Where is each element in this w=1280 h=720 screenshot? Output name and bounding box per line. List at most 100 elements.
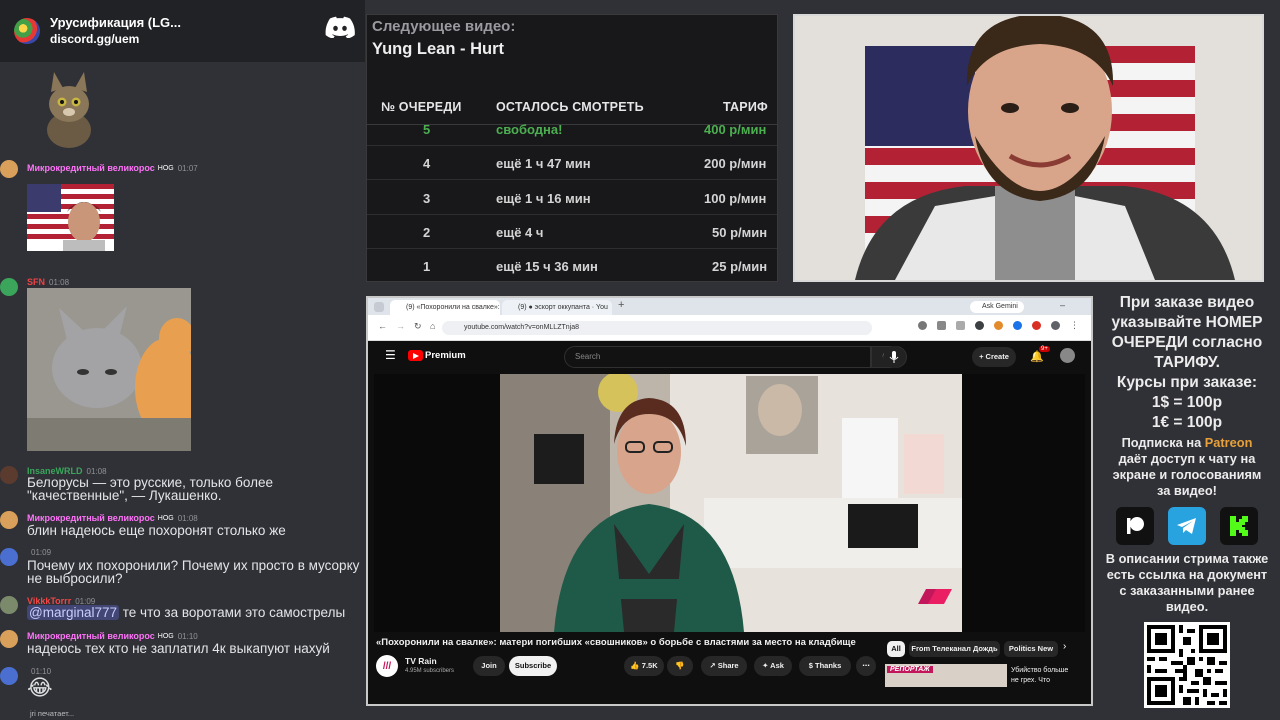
tab-search-button[interactable] <box>374 302 384 312</box>
avatar[interactable] <box>0 278 18 296</box>
message-header: 01:09 <box>27 548 51 557</box>
rate-usd: 1$ = 100р <box>1151 394 1223 411</box>
chevron-right-icon[interactable]: › <box>1063 641 1066 652</box>
avatar[interactable] <box>0 511 18 529</box>
home-icon[interactable]: ⌂ <box>430 321 435 331</box>
info-line: При заказе видео <box>1119 294 1255 311</box>
message-header: SFN 01:08 <box>27 277 69 287</box>
server-icon <box>14 18 40 44</box>
share-icon: ↗ <box>709 661 718 670</box>
message-header: Микрокредитный великорос HOG 01:07 <box>27 163 198 173</box>
queue-row: 4 ещё 1 ч 47 мин 200 р/мин <box>367 146 777 180</box>
invite-link[interactable]: discord.gg/uem <box>50 31 181 48</box>
telegram-icon[interactable] <box>1168 507 1206 545</box>
tab-inactive[interactable]: (9) ● эскорт оккупанта · You <box>502 300 612 315</box>
address-bar[interactable]: youtube.com/watch?v=onMLLZTnja8 <box>442 321 872 335</box>
ask-button[interactable]: ✦ Ask <box>754 656 792 676</box>
message-text: блин надеюсь еще похоронят столько же <box>27 523 286 538</box>
avatar[interactable] <box>0 160 18 178</box>
bookmark-icon[interactable] <box>956 321 965 330</box>
install-icon[interactable] <box>937 321 946 330</box>
extension-icon[interactable] <box>1032 321 1041 330</box>
timestamp: 01:08 <box>177 513 198 523</box>
description-text: видео. <box>1165 599 1209 614</box>
patreon-link[interactable]: Patreon <box>1205 435 1253 450</box>
zoom-icon[interactable] <box>918 321 927 330</box>
chip-politics[interactable]: Politics New <box>1004 641 1058 657</box>
user-badge: HOG <box>157 632 174 640</box>
avatar[interactable] <box>0 630 18 648</box>
typing-indicator: jri печатает... <box>30 709 75 718</box>
extension-icon[interactable] <box>994 321 1003 330</box>
more-actions-button[interactable]: ⋯ <box>856 656 876 676</box>
browser-tabstrip: (9) «Похоронили на свалке»: м (9) ● эско… <box>368 298 1091 315</box>
browser-toolbar: ← → ↻ ⌂ youtube.com/watch?v=onMLLZTnja8 … <box>368 315 1091 341</box>
channel-avatar[interactable]: /// <box>376 655 398 677</box>
patreon-icon[interactable] <box>1116 507 1154 545</box>
menu-icon[interactable]: ⋮ <box>1070 321 1079 330</box>
microphone-icon <box>889 351 899 363</box>
video-player[interactable] <box>374 374 1085 632</box>
message-text: надеюсь тех кто не заплатил 4к выкапуют … <box>27 641 330 656</box>
minimize-icon[interactable]: – <box>1060 300 1065 310</box>
message-text: не выбросили? <box>27 571 123 586</box>
like-button[interactable]: 👍 7.5K <box>624 656 664 676</box>
reload-icon[interactable]: ↻ <box>414 321 422 332</box>
timestamp: 01:10 <box>177 631 198 641</box>
extension-icon[interactable] <box>1013 321 1022 330</box>
flag-photo-attachment[interactable] <box>27 184 114 251</box>
username[interactable]: SFN <box>27 277 45 287</box>
share-button[interactable]: ↗ Share <box>701 656 747 676</box>
chip-all[interactable]: All <box>887 641 905 657</box>
recommended-thumbnail[interactable]: РЕПОРТАЖ <box>885 664 1007 687</box>
youtube-page: ☰ Premium Search + Create 🔔 9+ «Похорони… <box>368 341 1091 704</box>
message-text: "качественные", — Лукашенко. <box>27 488 222 503</box>
user-badge: HOG <box>157 164 174 172</box>
ask-gemini-button[interactable]: Ask Gemini <box>970 301 1024 313</box>
avatar[interactable] <box>0 466 18 484</box>
report-badge: РЕПОРТАЖ <box>887 666 933 673</box>
forward-icon[interactable]: → <box>396 321 405 331</box>
back-icon[interactable]: ← <box>378 321 387 331</box>
voice-search-button[interactable] <box>883 346 905 368</box>
join-button[interactable]: Join <box>473 656 505 676</box>
message-text: @marginal777 те что за воротами это само… <box>27 605 346 620</box>
queue-row: 3 ещё 1 ч 16 мин 100 р/мин <box>367 181 777 215</box>
hamburger-menu-icon[interactable]: ☰ <box>385 348 396 362</box>
description-text: есть ссылка на документ <box>1106 567 1268 582</box>
search-input[interactable]: Search <box>564 346 871 368</box>
youtube-logo[interactable]: Premium <box>408 350 466 361</box>
account-avatar[interactable] <box>1060 348 1075 363</box>
avatar[interactable] <box>0 548 18 566</box>
chip-from-channel[interactable]: From Телеканал Дождь <box>909 641 1000 657</box>
queue-row: 2 ещё 4 ч 50 р/мин <box>367 215 777 249</box>
username[interactable]: Микрокредитный великорос <box>27 163 155 173</box>
cats-gif-attachment[interactable] <box>27 288 191 451</box>
avatar[interactable] <box>0 596 18 614</box>
user-mention[interactable]: @marginal777 <box>27 605 120 620</box>
channel-name[interactable]: TV Rain <box>405 656 437 666</box>
rate-eur: 1€ = 100р <box>1151 414 1223 431</box>
avatar[interactable] <box>0 667 18 685</box>
thanks-button[interactable]: $ Thanks <box>799 656 851 676</box>
laughing-emoji: 😂 <box>27 675 53 700</box>
webcam-feed <box>793 14 1264 282</box>
tab-active[interactable]: (9) «Похоронили на свалке»: м <box>390 300 507 315</box>
patreon-text: Подписка на Patreon <box>1121 435 1253 450</box>
patreon-text: экране и голосованиям <box>1112 467 1262 482</box>
profile-avatar[interactable] <box>1051 321 1060 330</box>
extension-icon[interactable] <box>975 321 984 330</box>
info-line: ОЧЕРЕДИ согласно <box>1111 334 1263 351</box>
notification-count-badge: 9+ <box>1039 346 1050 352</box>
subscribe-button[interactable]: Subscribe <box>509 656 557 676</box>
create-button[interactable]: + Create <box>972 347 1016 367</box>
dislike-button[interactable]: 👎 <box>667 656 693 676</box>
kick-icon[interactable] <box>1220 507 1258 545</box>
new-tab-icon[interactable]: + <box>618 299 624 311</box>
qr-code[interactable] <box>1144 622 1230 708</box>
recommended-title[interactable]: Убийство больше не грех. Что <box>1011 666 1068 686</box>
username[interactable]: Микрокредитный великорос <box>27 513 155 523</box>
thumbs-up-icon: 👍 <box>630 661 642 670</box>
message-header: Микрокредитный великорос HOG 01:08 <box>27 513 198 523</box>
username[interactable]: Микрокредитный великорос <box>27 631 155 641</box>
